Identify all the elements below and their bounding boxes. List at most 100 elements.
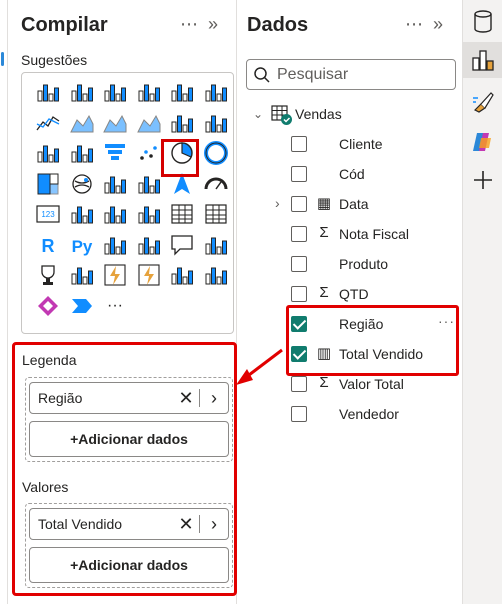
power-automate-icon[interactable]: [136, 262, 162, 288]
paginated-report-icon[interactable]: [69, 262, 95, 288]
format-brush-icon[interactable]: [463, 84, 502, 120]
table-icon: [271, 104, 292, 125]
build-visual-icon[interactable]: [463, 42, 502, 78]
clustered-bar-icon[interactable]: [69, 79, 95, 105]
table-visual-icon[interactable]: [169, 201, 195, 227]
line-chart-icon[interactable]: [35, 110, 61, 136]
sigma-icon: Σ: [319, 374, 329, 391]
r-visual-icon[interactable]: R: [35, 232, 61, 258]
waterfall-chart-icon[interactable]: [69, 140, 95, 166]
treemap-icon[interactable]: [35, 171, 61, 197]
arcgis-icon[interactable]: [69, 293, 95, 319]
field-name: Vendedor: [339, 406, 399, 422]
card-icon[interactable]: 123: [35, 201, 61, 227]
key-influencers-icon[interactable]: [102, 232, 128, 258]
donut-chart-icon[interactable]: [203, 140, 229, 166]
field-row[interactable]: Cód: [237, 159, 463, 189]
area-100-icon[interactable]: [136, 110, 162, 136]
stacked-bar-icon[interactable]: [35, 79, 61, 105]
map-icon[interactable]: [69, 171, 95, 197]
svg-text:123: 123: [41, 210, 55, 219]
python-visual-icon[interactable]: Py: [69, 232, 95, 258]
field-name: Data: [339, 196, 369, 212]
funnel-chart-icon[interactable]: [102, 140, 128, 166]
suggestions-label: Sugestões: [21, 52, 88, 68]
sigma-icon: Σ: [319, 224, 329, 241]
scatter-chart-icon[interactable]: [136, 140, 162, 166]
calendar-icon: ▦: [316, 195, 332, 212]
svg-text:R: R: [42, 236, 55, 256]
right-rail: [463, 0, 502, 604]
qa-icon[interactable]: [169, 232, 195, 258]
more-visuals-icon[interactable]: ···: [102, 293, 128, 319]
double-chevron-right-icon[interactable]: »: [433, 14, 443, 35]
search-input[interactable]: Pesquisar: [246, 59, 456, 90]
chevron-right-icon[interactable]: ›: [275, 195, 280, 211]
double-chevron-right-icon[interactable]: »: [208, 14, 218, 35]
shape-map-icon[interactable]: [136, 171, 162, 197]
goals-icon[interactable]: [35, 262, 61, 288]
table-name: Vendas: [295, 106, 342, 122]
field-name: Valor Total: [339, 376, 404, 392]
selected-visual-highlight: [161, 139, 199, 177]
table-row-vendas[interactable]: ⌄ Vendas: [237, 99, 463, 129]
field-name: Nota Fiscal: [339, 226, 410, 242]
add-icon[interactable]: [463, 162, 502, 198]
area-chart-icon[interactable]: [69, 110, 95, 136]
field-row[interactable]: Vendedor: [237, 399, 463, 429]
field-row[interactable]: › ▦ Data: [237, 189, 463, 219]
ribbon-chart-icon[interactable]: [203, 110, 229, 136]
decomposition-tree-icon[interactable]: [136, 232, 162, 258]
field-row[interactable]: Σ Nota Fiscal: [237, 219, 463, 249]
stacked-column-icon[interactable]: [169, 79, 195, 105]
matrix-icon[interactable]: [203, 201, 229, 227]
stacked-column-100-icon[interactable]: [203, 79, 229, 105]
slicer-icon[interactable]: [136, 201, 162, 227]
line-column-icon[interactable]: [169, 110, 195, 136]
sigma-icon: Σ: [319, 284, 329, 301]
wells-highlight-frame: [12, 342, 237, 596]
data-pane-title: Dados: [247, 14, 309, 36]
copilot-icon[interactable]: [463, 124, 502, 160]
field-checkbox[interactable]: [291, 286, 307, 302]
search-placeholder: Pesquisar: [277, 65, 349, 83]
field-checkbox[interactable]: [291, 136, 307, 152]
chevron-down-icon[interactable]: ⌄: [253, 107, 263, 121]
field-row[interactable]: Produto: [237, 249, 463, 279]
field-name: Cliente: [339, 136, 383, 152]
ellipsis-icon[interactable]: ⋯: [405, 14, 423, 35]
visual-gallery: 123 R Py ···: [21, 72, 234, 334]
power-apps-icon[interactable]: [102, 262, 128, 288]
fields-highlight-frame: [286, 305, 459, 376]
ellipsis-icon[interactable]: ⋯: [180, 14, 198, 35]
slicer-new-icon[interactable]: [203, 262, 229, 288]
left-sliver: [0, 0, 8, 604]
field-checkbox[interactable]: [291, 406, 307, 422]
field-checkbox[interactable]: [291, 226, 307, 242]
field-checkbox[interactable]: [291, 166, 307, 182]
svg-text:Py: Py: [71, 237, 92, 256]
smart-narrative-icon[interactable]: [203, 232, 229, 258]
field-checkbox[interactable]: [291, 196, 307, 212]
field-name: Cód: [339, 166, 365, 182]
field-name: Produto: [339, 256, 389, 272]
power-bi-panes: Compilar ⋯ » Sugestões 123 R Py ··· Legenda…: [0, 0, 502, 604]
field-row[interactable]: Cliente: [237, 129, 463, 159]
stacked-area-icon[interactable]: [102, 110, 128, 136]
stacked-bar-100-icon[interactable]: [102, 79, 128, 105]
multi-row-card-icon[interactable]: [69, 201, 95, 227]
filled-map-icon[interactable]: [102, 171, 128, 197]
field-checkbox[interactable]: [291, 376, 307, 392]
search-icon: [247, 66, 277, 84]
clustered-column-icon[interactable]: [136, 79, 162, 105]
line-cluster-icon[interactable]: [35, 140, 61, 166]
kpi-icon[interactable]: [102, 201, 128, 227]
data-cylinder-icon[interactable]: [463, 4, 502, 40]
data-pane: Dados ⋯ » Pesquisar ⌄ Vendas Cliente Cód ›…: [237, 0, 463, 604]
field-checkbox[interactable]: [291, 256, 307, 272]
field-name: QTD: [339, 286, 369, 302]
build-pane-title: Compilar: [21, 14, 108, 36]
gauge-icon[interactable]: [203, 171, 229, 197]
card-new-icon[interactable]: [169, 262, 195, 288]
power-apps-alt-icon[interactable]: [35, 293, 61, 319]
